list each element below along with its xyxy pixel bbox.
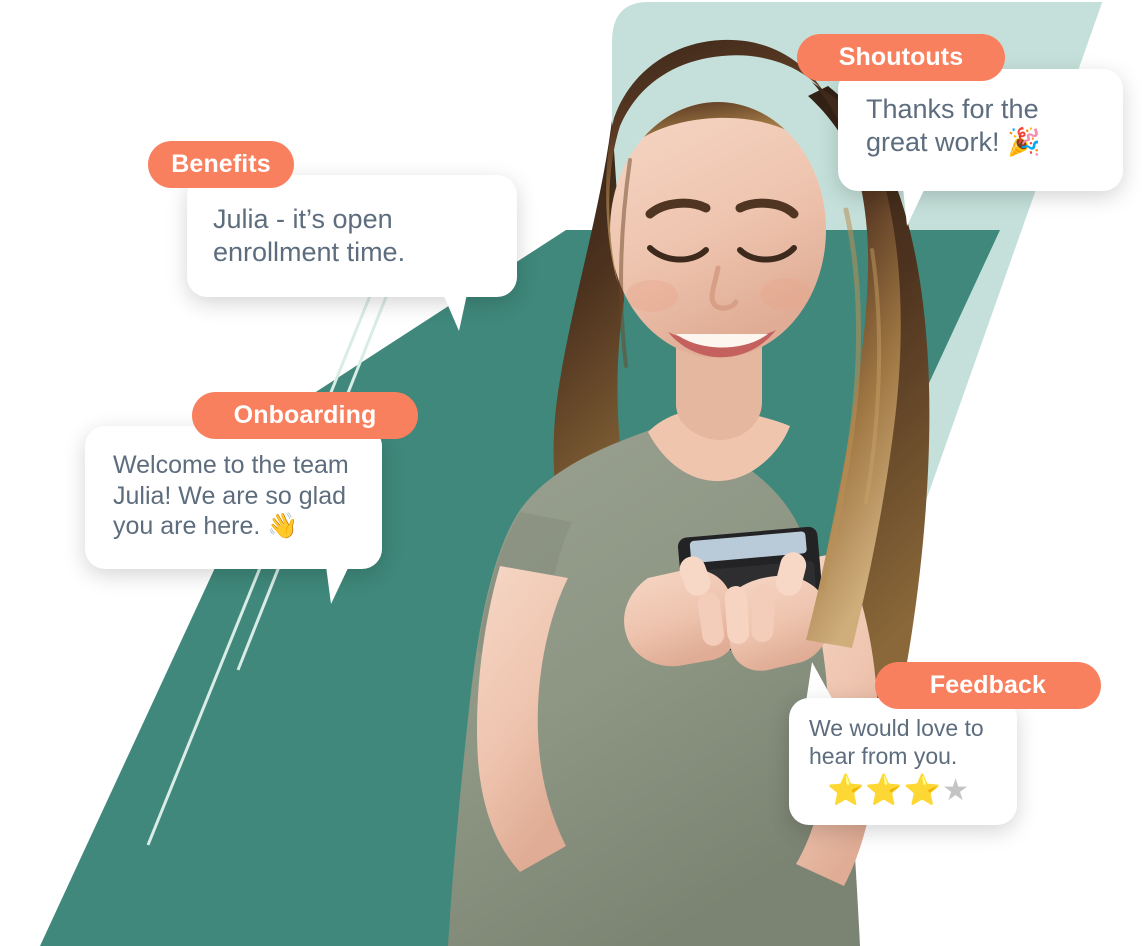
shoutouts-badge[interactable]: Shoutouts	[797, 34, 1005, 81]
benefits-bubble[interactable]: Julia - it’s open enrollment time.	[187, 175, 517, 297]
finger-2	[724, 586, 750, 644]
onboarding-bubble[interactable]: Welcome to the team Julia! We are so gla…	[85, 426, 382, 569]
feedback-star-rating[interactable]: ⭐⭐⭐★	[827, 776, 999, 806]
star-filled[interactable]: ⭐	[827, 774, 865, 807]
shoutouts-bubble[interactable]: Thanks for the great work! 🎉	[838, 69, 1123, 191]
cheek-right	[760, 278, 812, 310]
onboarding-badge[interactable]: Onboarding	[192, 392, 418, 439]
star-filled[interactable]: ⭐	[904, 774, 942, 807]
hero-illustration: Julia - it’s open enrollment time. Benef…	[0, 0, 1142, 946]
onboarding-message: Welcome to the team Julia! We are so gla…	[113, 451, 349, 540]
benefits-message: Julia - it’s open enrollment time.	[213, 204, 406, 267]
onboarding-bubble-tail	[326, 566, 349, 604]
star-filled[interactable]: ⭐	[865, 774, 903, 807]
finger-3	[751, 584, 775, 642]
feedback-message: We would love to hear from you.	[809, 715, 984, 770]
benefits-badge[interactable]: Benefits	[148, 141, 294, 188]
cheek-left	[626, 280, 678, 312]
shoutouts-bubble-tail	[903, 188, 925, 226]
feedback-bubble-tail	[806, 662, 834, 702]
feedback-badge[interactable]: Feedback	[875, 662, 1101, 709]
head	[610, 102, 826, 358]
benefits-bubble-tail	[443, 294, 467, 331]
star-empty[interactable]: ★	[942, 774, 970, 807]
feedback-bubble[interactable]: We would love to hear from you. ⭐⭐⭐★	[789, 698, 1017, 825]
shoutouts-message: Thanks for the great work! 🎉	[866, 94, 1041, 157]
